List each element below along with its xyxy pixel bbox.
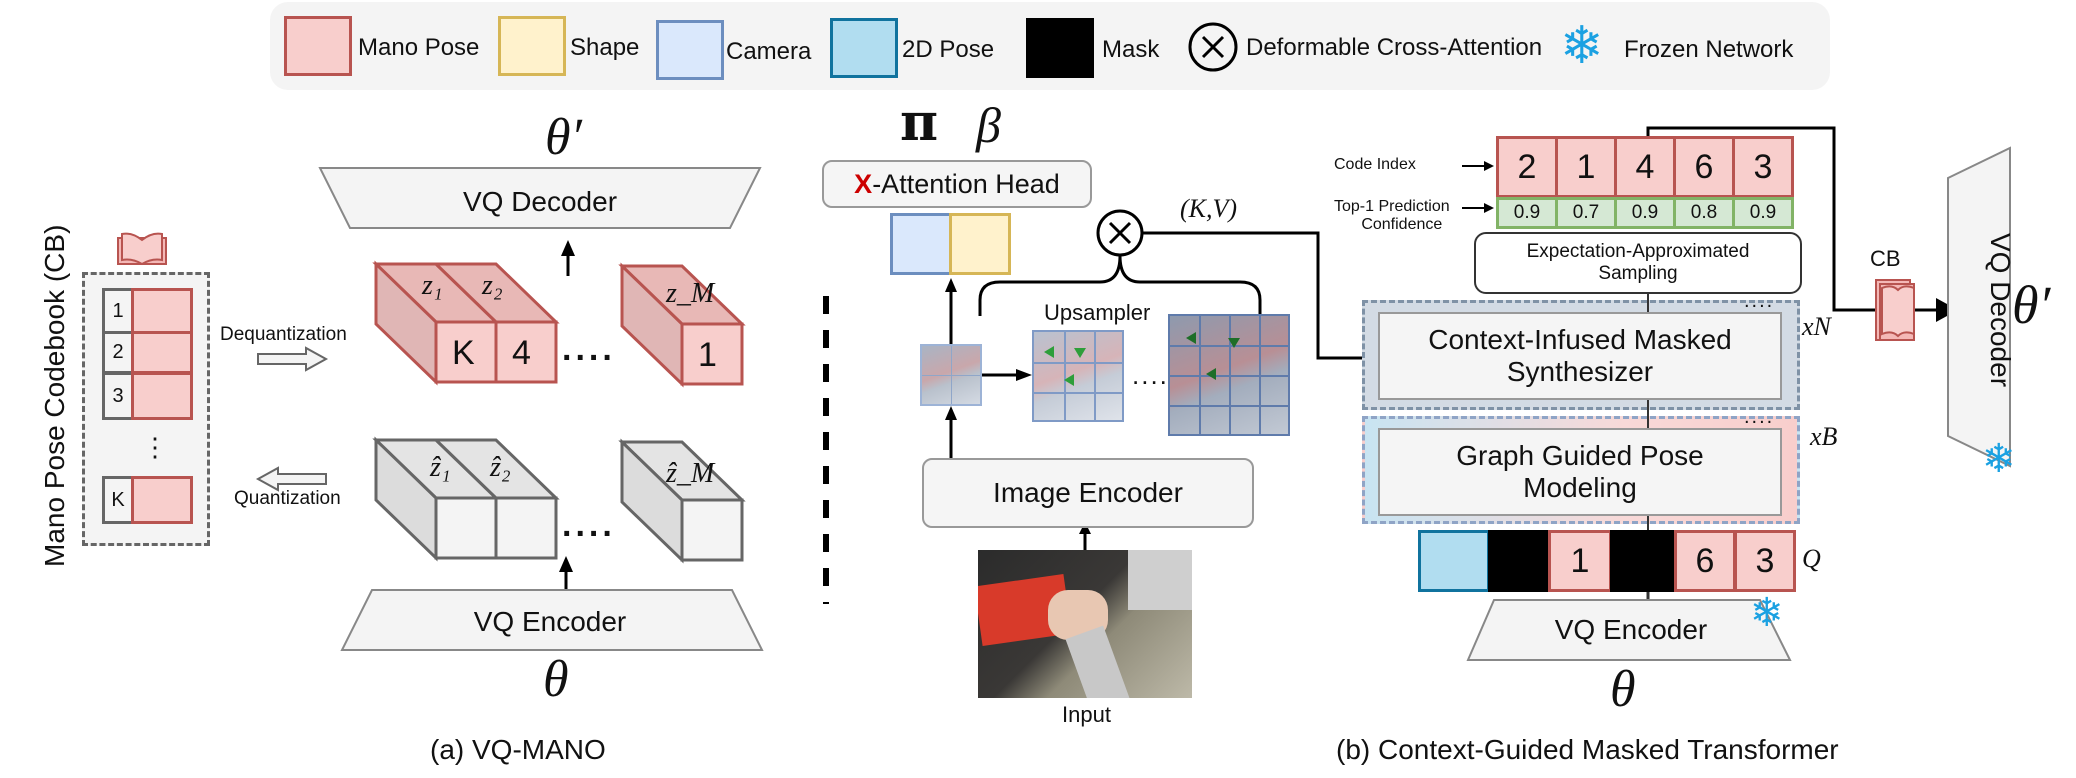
codebook-entry xyxy=(131,476,193,524)
confidence-label-line2: Confidence xyxy=(1361,216,1443,233)
codebook-index: K xyxy=(102,476,134,524)
query-token-mask xyxy=(1610,530,1674,592)
sampling-point-icon xyxy=(1186,332,1196,344)
synthesizer-label-line2: Synthesizer xyxy=(1506,356,1654,387)
snowflake-icon: ❄ xyxy=(1982,437,2016,481)
latent-label-z1: ẑ₁ xyxy=(430,452,451,483)
sleeve-in-image xyxy=(1065,625,1131,698)
latent-label-zM: ẑ_M xyxy=(666,458,715,489)
codebook-ellipsis: ⋮ xyxy=(142,432,168,462)
confidence-cell: 0.8 xyxy=(1673,197,1735,229)
sampling-point-icon xyxy=(1228,338,1240,348)
code-index-cell: 1 xyxy=(1555,136,1617,198)
xB-label: xB xyxy=(1810,422,1838,451)
input-label: Input xyxy=(1062,702,1111,727)
upsample-ellipsis: .... xyxy=(1132,360,1169,390)
xN-label: xN xyxy=(1802,312,1831,341)
sampling-box: Expectation-Approximated Sampling xyxy=(1474,232,1802,294)
input-image xyxy=(978,550,1192,698)
query-token-pose: 6 xyxy=(1674,530,1736,592)
confidence-label: Top-1 Prediction Confidence xyxy=(1334,198,1450,234)
code-index-cell: 2 xyxy=(1496,136,1558,198)
image-encoder: Image Encoder xyxy=(922,458,1254,528)
sampling-point-icon xyxy=(1064,374,1074,386)
sampling-label-line2: Sampling xyxy=(1598,263,1678,284)
confidence-cell: 0.7 xyxy=(1555,197,1617,229)
vq-encoder-a-label: VQ Encoder xyxy=(473,606,627,637)
latent-ellipsis: .... xyxy=(562,506,616,544)
vq-encoder-b-label: VQ Encoder xyxy=(1554,614,1708,645)
theta-a: θ xyxy=(543,651,569,708)
query-token-pose: 3 xyxy=(1734,530,1796,592)
caption-a: (a) VQ-MANO xyxy=(430,734,606,765)
query-token-2d-pose xyxy=(1418,530,1490,592)
sampling-point-icon xyxy=(1206,368,1216,380)
sampling-point-icon xyxy=(1044,346,1054,358)
synthesizer-block: Context-Infused Masked Synthesizer xyxy=(1378,312,1782,400)
confidence-label-line1: Top-1 Prediction xyxy=(1334,198,1450,215)
sampling-label-line1: Expectation-Approximated xyxy=(1526,241,1750,262)
snowflake-icon: ❄ xyxy=(1750,591,1784,635)
graph-block: Graph Guided Pose Modeling xyxy=(1378,428,1782,516)
legend-label-frozen: Frozen Network xyxy=(1624,36,1794,63)
latent-label-z2: ẑ₂ xyxy=(490,452,511,483)
code-index-cell: 6 xyxy=(1673,136,1735,198)
theta-b: θ xyxy=(1610,661,1636,718)
code-index-label: Code Index xyxy=(1334,156,1416,173)
kv-label: (K,V) xyxy=(1180,194,1238,223)
stack-dots: .... xyxy=(1744,290,1775,312)
theta-prime-b: θ′ xyxy=(2012,275,2051,335)
feature-map-large xyxy=(1168,314,1290,436)
code-index-cell: 4 xyxy=(1614,136,1676,198)
stack-dots: .... xyxy=(1744,406,1775,428)
sink-in-image xyxy=(1128,550,1192,610)
query-token-mask xyxy=(1488,530,1550,592)
caption-b: (b) Context-Guided Masked Transformer xyxy=(1336,734,1839,765)
cb-label: CB xyxy=(1870,246,1901,271)
synthesizer-label-line1: Context-Infused Masked xyxy=(1428,324,1732,355)
query-token-pose: 1 xyxy=(1548,530,1612,592)
feature-map-small xyxy=(920,344,982,406)
confidence-cell: 0.9 xyxy=(1614,197,1676,229)
graph-label-line1: Graph Guided Pose xyxy=(1456,440,1704,471)
confidence-cell: 0.9 xyxy=(1732,197,1794,229)
sampling-point-icon xyxy=(1074,348,1086,358)
snowflake-icon: ❄ xyxy=(1560,17,1604,75)
image-encoder-label: Image Encoder xyxy=(993,477,1183,508)
book-icon xyxy=(1875,279,1915,341)
code-index-cell: 3 xyxy=(1732,136,1794,198)
quantization-label: Quantization xyxy=(234,488,341,509)
feature-map-medium xyxy=(1032,330,1124,422)
confidence-cell: 0.9 xyxy=(1496,197,1558,229)
Q-label: Q xyxy=(1802,544,1821,573)
label-arrows xyxy=(1462,161,1494,213)
upsampler-label: Upsampler xyxy=(1044,300,1151,325)
graph-label-line2: Modeling xyxy=(1523,472,1637,503)
